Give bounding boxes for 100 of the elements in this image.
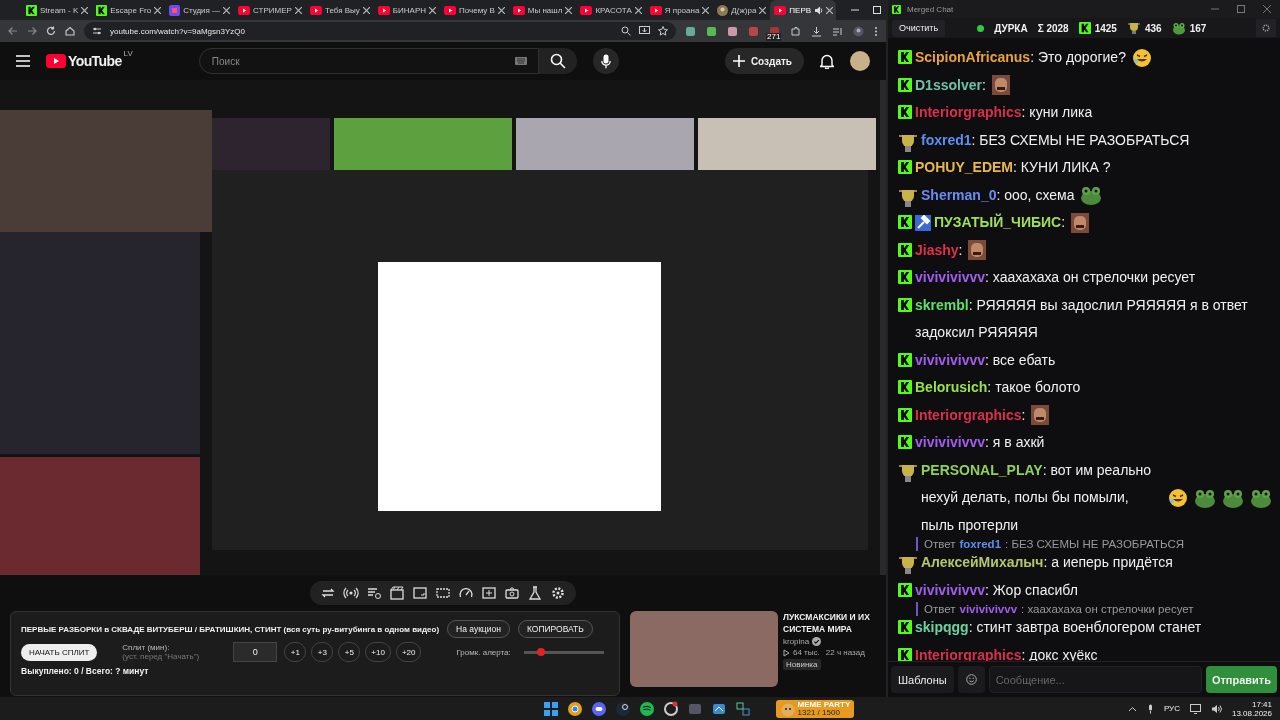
extension-icon[interactable]	[706, 25, 717, 37]
game-store-icon[interactable]	[614, 700, 631, 717]
browser-tab[interactable]: Escape Fro	[92, 0, 165, 20]
menu-icon[interactable]	[16, 55, 30, 67]
browser-tab[interactable]: Д(ж)ра	[713, 0, 770, 20]
increment-button[interactable]: +5	[338, 642, 361, 662]
browser-tab[interactable]: СТРИМЕР	[234, 0, 305, 20]
language-indicator[interactable]: РУС	[1163, 704, 1180, 713]
flask-icon[interactable]	[527, 585, 543, 601]
chat-message: POHUY_EDEM: КУНИ ЛИКА ?	[915, 158, 1111, 177]
download-icon[interactable]	[811, 25, 822, 37]
close-icon[interactable]	[429, 6, 436, 14]
browser-tab[interactable]: Студия —	[165, 0, 234, 20]
back-arrow-icon[interactable]	[8, 26, 18, 36]
close-icon[interactable]	[81, 6, 89, 14]
close-icon[interactable]	[1262, 4, 1272, 14]
split-input[interactable]: 0	[233, 642, 278, 662]
theater-icon[interactable]	[435, 585, 451, 601]
recommended-title[interactable]: ЛУКСМАКСИКИ И ИХ СИСТЕМА МИРА	[783, 611, 885, 635]
playlist-eye-icon[interactable]	[366, 585, 382, 601]
microphone-button[interactable]	[592, 48, 619, 74]
templates-button[interactable]: Шаблоны	[891, 666, 954, 693]
chevron-up-icon[interactable]	[1127, 705, 1137, 712]
video-thumbnail[interactable]	[630, 611, 778, 687]
avatar[interactable]	[850, 51, 870, 71]
clear-button[interactable]: Очистить	[892, 19, 946, 37]
increment-button[interactable]: +10	[365, 642, 391, 662]
increment-button[interactable]: +1	[284, 642, 307, 662]
search-field[interactable]: Поиск	[198, 48, 539, 74]
browser-tab[interactable]: Тебя Выу	[305, 0, 373, 20]
forward-arrow-icon[interactable]	[27, 26, 37, 36]
media-controls-icon[interactable]	[832, 25, 843, 37]
music-app-icon[interactable]	[638, 700, 655, 717]
volume-slider[interactable]	[523, 650, 604, 654]
create-button[interactable]: Создать	[724, 48, 804, 74]
clock-time[interactable]: 17:41	[1252, 699, 1272, 709]
play-icon	[238, 5, 251, 15]
search-button[interactable]	[538, 48, 577, 74]
start-split-button[interactable]: НАЧАТЬ СПЛИТ	[21, 643, 98, 661]
close-icon[interactable]	[759, 6, 767, 14]
send-button[interactable]: Отправить	[1205, 666, 1277, 693]
close-icon[interactable]	[223, 6, 231, 14]
increment-button[interactable]: +3	[311, 642, 334, 662]
frame-icon[interactable]	[412, 585, 428, 601]
keyboard-icon[interactable]	[514, 57, 527, 65]
panel-button[interactable]: На аукцион	[447, 620, 510, 638]
logo-text[interactable]: YouTube	[68, 53, 122, 69]
channel-name[interactable]: kropina	[783, 637, 810, 646]
panel-button[interactable]: КОПИРОВАТЬ	[517, 620, 593, 638]
camera-icon[interactable]	[504, 585, 520, 601]
bell-icon[interactable]	[820, 53, 834, 69]
close-icon[interactable]	[294, 6, 302, 14]
address-field[interactable]: youtube.com/watch?v=9aMgsn3YzQ0	[84, 22, 676, 40]
browser-tab[interactable]: КРАСОТА	[576, 0, 645, 20]
browser-icon[interactable]	[566, 700, 583, 717]
close-icon[interactable]	[565, 6, 573, 14]
kick-logo-icon	[96, 4, 108, 16]
increment-button[interactable]: +20	[395, 642, 422, 662]
message-field[interactable]: Сообщение...	[988, 666, 1202, 693]
emoji-button[interactable]	[957, 666, 985, 693]
profile-icon[interactable]	[853, 25, 864, 37]
browser-tab[interactable]: Почему В	[440, 0, 508, 20]
arrows-app-icon[interactable]	[734, 700, 751, 717]
browser-tab[interactable]: Stream - K	[22, 0, 92, 20]
broadcast-icon[interactable]	[343, 585, 359, 601]
chat-message: ScipionAfricanus: Это дорогие?	[915, 48, 1126, 67]
circle-app-icon[interactable]	[662, 700, 679, 717]
extension-icon[interactable]	[727, 25, 738, 37]
menu-icon[interactable]	[874, 25, 878, 37]
close-icon[interactable]	[154, 6, 162, 14]
extension-icon[interactable]	[685, 25, 696, 37]
settings-button[interactable]	[1256, 19, 1276, 37]
browser-tab[interactable]: ПЕРВ	[770, 0, 837, 20]
close-icon[interactable]	[634, 6, 642, 14]
play-logo-icon[interactable]	[46, 54, 66, 68]
chat-app-icon[interactable]	[590, 700, 607, 717]
settings-icon[interactable]	[550, 585, 566, 601]
frog-emote-icon	[1080, 185, 1103, 206]
close-icon[interactable]	[497, 6, 505, 14]
clapperboard-icon[interactable]	[389, 585, 405, 601]
close-icon[interactable]	[702, 6, 710, 14]
browser-tab[interactable]: Я проана	[645, 0, 713, 20]
close-icon[interactable]	[362, 6, 370, 14]
add-clip-icon[interactable]	[481, 585, 497, 601]
browser-tab[interactable]: Мы нашл	[508, 0, 576, 20]
play-icon	[377, 5, 390, 15]
scrollbar[interactable]	[880, 80, 886, 575]
reload-icon[interactable]	[46, 26, 56, 36]
speaker-icon[interactable]	[1210, 703, 1222, 714]
home-icon[interactable]	[65, 26, 75, 36]
browser-tab[interactable]: БИНАРН	[373, 0, 439, 20]
microphone-icon[interactable]	[1146, 703, 1154, 714]
slider-thumb[interactable]	[537, 647, 546, 656]
split-summary: Выкуплено: 0 / Всего: ? минут	[21, 666, 150, 676]
puzzle-icon[interactable]	[790, 25, 801, 37]
start-icon[interactable]	[542, 700, 559, 717]
clock-date[interactable]: 13.08.2026	[1231, 708, 1272, 718]
close-icon[interactable]	[826, 6, 834, 14]
network-icon[interactable]	[1189, 703, 1201, 714]
chat-message: ПУЗАТЫЙ_ЧИБИС:	[934, 212, 1066, 232]
